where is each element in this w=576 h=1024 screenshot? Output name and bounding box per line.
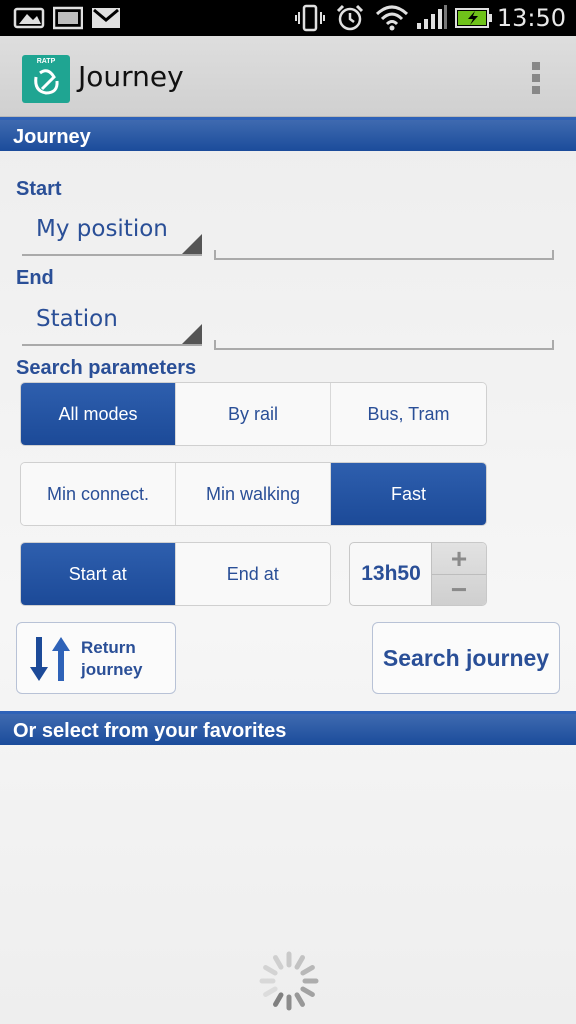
time-start-at[interactable]: Start at [21,543,176,605]
alarm-icon [334,3,366,33]
dropdown-triangle-icon [182,234,202,254]
mode-segmented-control: All modes By rail Bus, Tram [20,382,487,446]
journey-section-header: Journey [0,117,576,151]
pref-min-connect[interactable]: Min connect. [21,463,176,525]
search-journey-button[interactable]: Search journey [372,622,560,694]
return-journey-button[interactable]: Return journey [16,622,176,694]
app-logo[interactable]: RATP [22,55,70,103]
dropdown-triangle-icon [182,324,202,344]
overflow-menu-icon[interactable] [532,62,542,98]
time-end-at[interactable]: End at [175,543,330,605]
time-mode-segmented-control: Start at End at [20,542,331,606]
loading-spinner-icon [259,951,319,1011]
gallery-icon [52,3,84,33]
start-text-field[interactable] [214,250,554,260]
mode-bus-tram[interactable]: Bus, Tram [331,383,486,445]
preference-segmented-control: Min connect. Min walking Fast [20,462,487,526]
action-bar: RATP Journey [0,36,576,117]
stepper-buttons: + − [431,543,486,605]
wifi-icon [374,3,410,33]
return-journey-label: Return journey [81,638,143,679]
increment-time-button[interactable]: + [432,543,486,575]
mode-by-rail[interactable]: By rail [176,383,331,445]
time-stepper: 13h50 + − [349,542,487,606]
signal-icon [414,3,448,33]
end-spinner[interactable]: Station [22,302,202,346]
end-text-field[interactable] [214,340,554,350]
start-spinner[interactable]: My position [22,212,202,256]
picture-icon [12,3,46,33]
favorites-section-header: Or select from your favorites [0,711,576,745]
start-label: Start [16,178,62,200]
pref-fast[interactable]: Fast [331,463,486,525]
time-value[interactable]: 13h50 [350,543,432,605]
pref-min-walking[interactable]: Min walking [176,463,331,525]
ratp-logo-icon [34,69,59,95]
decrement-time-button[interactable]: − [432,574,486,605]
vibrate-icon [294,3,326,33]
search-journey-label: Search journey [382,644,550,671]
start-spinner-value: My position [36,216,168,242]
battery-charging-icon [454,3,494,33]
gmail-icon [90,3,122,33]
end-spinner-value: Station [36,306,118,332]
mode-all-modes[interactable]: All modes [21,383,176,445]
end-label: End [16,267,54,289]
app-title: Journey [78,60,184,93]
status-time: 13:50 [496,4,566,32]
search-parameters-label: Search parameters [16,357,197,379]
status-bar: 13:50 [0,0,576,36]
swap-arrows-icon [30,637,70,681]
